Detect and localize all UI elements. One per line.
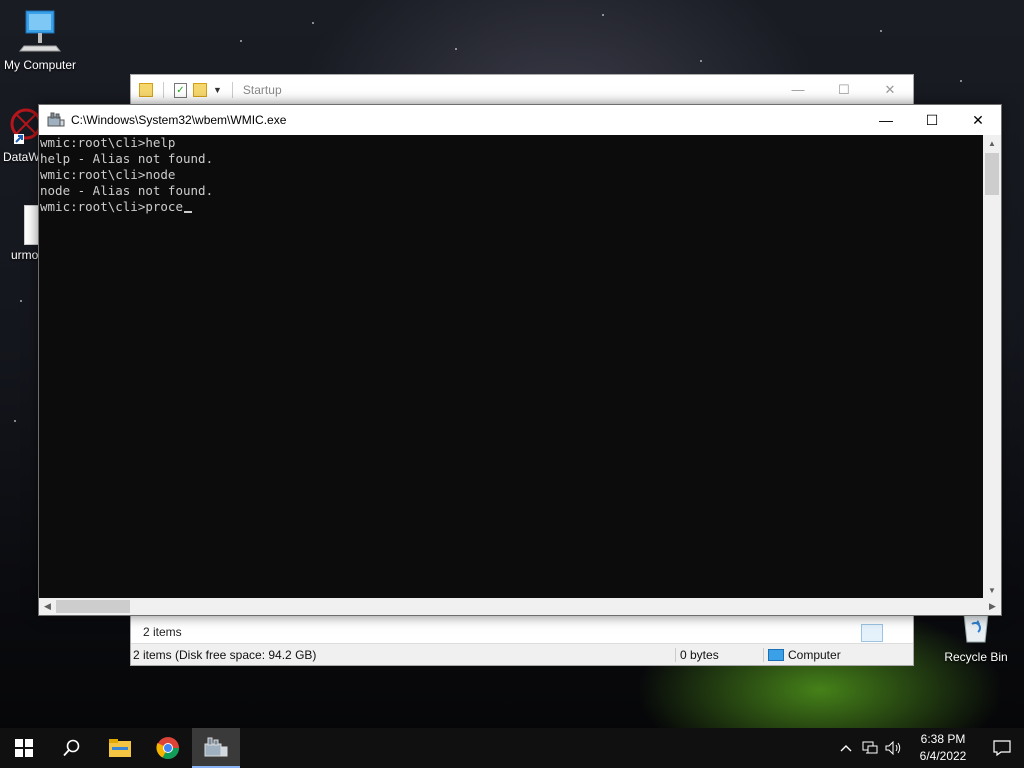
console-output[interactable]: wmic:root\cli>help help - Alias not found…	[39, 135, 1001, 599]
clock[interactable]: 6:38 PM 6/4/2022	[906, 731, 980, 765]
minimize-button[interactable]: —	[863, 105, 909, 135]
location-label: Computer	[788, 647, 841, 662]
wmic-console-window[interactable]: C:\Windows\System32\wbem\WMIC.exe — ☐ ✕ …	[38, 104, 1002, 616]
maximize-button[interactable]: ☐	[821, 82, 867, 98]
desktop-icon-urmo[interactable]: urmo	[0, 205, 40, 262]
desktop-icon-label: DataW	[3, 150, 40, 164]
quick-access-toolbar: ✓ ▼ Startup	[139, 82, 282, 98]
console-line: help - Alias not found.	[40, 151, 214, 166]
close-button[interactable]: ✕	[867, 82, 913, 98]
folder-icon	[139, 83, 153, 97]
vertical-scrollbar[interactable]: ▲ ▼	[983, 135, 1001, 599]
console-line: wmic:root\cli>node	[40, 167, 176, 182]
view-buttons	[861, 624, 907, 642]
notification-center-button[interactable]	[980, 728, 1024, 768]
wmic-icon	[47, 112, 65, 128]
desktop-icon-dataw[interactable]: DataW	[0, 108, 40, 164]
chevron-up-icon[interactable]	[834, 728, 858, 768]
desktop-icon-label: urmo	[11, 248, 39, 262]
scroll-down-icon[interactable]: ▼	[983, 582, 1001, 599]
volume-icon[interactable]	[882, 728, 906, 768]
taskbar-file-explorer[interactable]	[96, 728, 144, 768]
console-line: wmic:root\cli>proce	[40, 199, 183, 214]
close-button[interactable]: ✕	[955, 105, 1001, 135]
start-button[interactable]	[0, 728, 48, 768]
location-cell: Computer	[764, 648, 841, 662]
system-tray: 6:38 PM 6/4/2022	[834, 728, 1024, 768]
wmic-icon	[204, 737, 228, 757]
desktop-icon-recycle-bin[interactable]: Recycle Bin	[936, 610, 1016, 664]
text-cursor	[184, 211, 192, 213]
explorer-details-bar: 2 items (Disk free space: 94.2 GB) 0 byt…	[131, 643, 913, 665]
horizontal-scrollbar[interactable]: ◀ ▶	[39, 598, 1001, 615]
desktop-icon-label: My Computer	[3, 58, 77, 72]
chevron-down-icon[interactable]: ▼	[213, 85, 222, 95]
explorer-statusbar: 2 items	[131, 620, 913, 644]
explorer-titlebar[interactable]: ✓ ▼ Startup — ☐ ✕	[131, 75, 913, 105]
start-icon	[15, 739, 33, 757]
vertical-scroll-thumb[interactable]	[985, 153, 999, 195]
console-text[interactable]: wmic:root\cli>help help - Alias not found…	[39, 135, 983, 215]
search-button[interactable]	[48, 728, 96, 768]
minimize-button[interactable]: —	[775, 82, 821, 98]
scroll-right-icon[interactable]: ▶	[984, 598, 1001, 615]
computer-icon	[18, 10, 62, 52]
notification-icon	[993, 740, 1011, 756]
desktop-icon-my-computer[interactable]: My Computer	[0, 8, 80, 72]
new-folder-icon[interactable]	[193, 83, 207, 97]
search-icon	[63, 739, 80, 757]
file-explorer-icon	[109, 739, 131, 757]
properties-icon[interactable]: ✓	[174, 82, 187, 98]
desktop-icon-label: Recycle Bin	[944, 650, 1008, 664]
computer-icon	[768, 648, 784, 661]
disk-free-space: 2 items (Disk free space: 94.2 GB)	[131, 647, 676, 662]
console-title: C:\Windows\System32\wbem\WMIC.exe	[71, 113, 287, 127]
explorer-title: Startup	[242, 83, 282, 97]
taskbar-chrome[interactable]	[144, 728, 192, 768]
console-input-line[interactable]: wmic:root\cli>proce	[40, 199, 983, 215]
scroll-up-icon[interactable]: ▲	[983, 135, 1001, 152]
horizontal-scroll-thumb[interactable]	[56, 600, 130, 613]
clock-date: 6/4/2022	[919, 749, 967, 763]
item-count: 2 items	[143, 625, 182, 639]
large-icons-view-icon[interactable]	[885, 624, 907, 642]
chrome-icon	[156, 737, 179, 759]
console-line: wmic:root\cli>help	[40, 135, 176, 150]
maximize-button[interactable]: ☐	[909, 105, 955, 135]
console-titlebar[interactable]: C:\Windows\System32\wbem\WMIC.exe — ☐ ✕	[39, 105, 1001, 135]
dataw-icon	[10, 108, 40, 144]
scroll-left-icon[interactable]: ◀	[39, 598, 56, 615]
taskbar-wmic[interactable]	[192, 728, 240, 768]
network-icon[interactable]	[858, 728, 882, 768]
console-line: node - Alias not found.	[40, 183, 214, 198]
details-view-icon[interactable]	[861, 624, 883, 642]
taskbar: 6:38 PM 6/4/2022	[0, 728, 1024, 768]
clock-time: 6:38 PM	[920, 732, 966, 746]
selection-size: 0 bytes	[676, 647, 764, 662]
